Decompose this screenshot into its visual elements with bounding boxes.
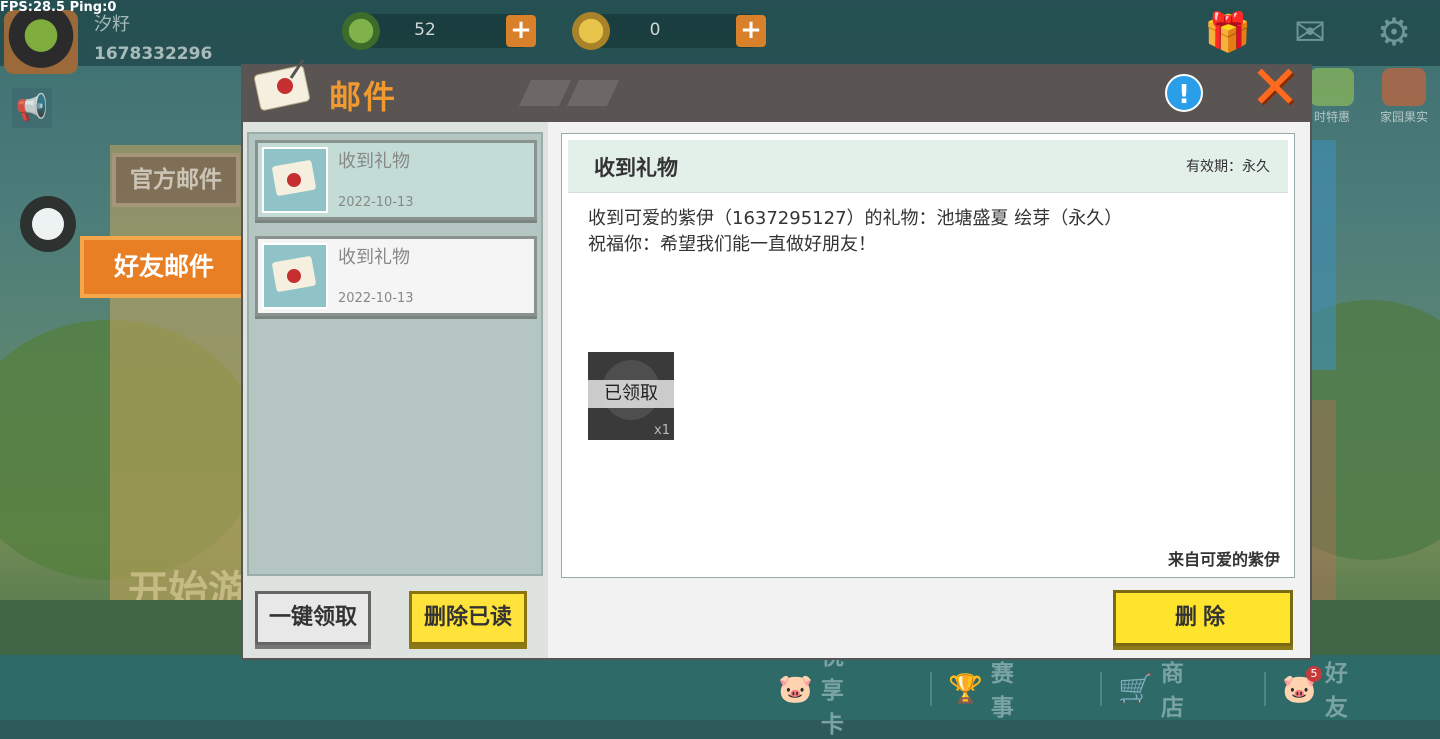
cart-icon: 🛒 xyxy=(1118,671,1153,705)
nav-events[interactable]: 🏆 赛事 xyxy=(948,660,1014,721)
close-button[interactable]: ✕ xyxy=(1247,58,1303,118)
envelope-icon xyxy=(262,147,328,213)
add-gem-button[interactable]: + xyxy=(506,15,536,47)
megaphone-icon[interactable]: 📢 xyxy=(12,88,52,128)
envelope-icon xyxy=(254,59,310,111)
info-button[interactable]: ! xyxy=(1165,74,1203,112)
claim-all-button[interactable]: 一键领取 xyxy=(255,591,371,645)
mail-item-subject: 收到礼物 xyxy=(338,151,410,172)
claimed-label: 已领取 xyxy=(588,380,674,408)
player-id: 1678332296 xyxy=(94,44,213,64)
avatar[interactable] xyxy=(4,10,78,74)
coin-amount: 0 xyxy=(649,20,661,40)
gem-currency: 52 + xyxy=(342,12,536,50)
promo-label: 时特惠 xyxy=(1313,110,1350,124)
promo-label: 家园果实 xyxy=(1379,110,1428,124)
mail-body-line: 祝福你：希望我们能一直做好朋友！ xyxy=(588,234,876,255)
background-panel xyxy=(110,145,250,625)
mail-detail-header: 收到礼物 有效期：永久 xyxy=(568,140,1288,193)
gem-amount: 52 xyxy=(414,20,436,40)
mail-list-item[interactable]: 收到礼物 2022-10-13 xyxy=(255,236,537,316)
mail-list: 收到礼物 2022-10-13 收到礼物 2022-10-13 xyxy=(247,132,543,576)
validity-text: 有效期：永久 xyxy=(1186,159,1270,175)
coin-currency: 0 + xyxy=(572,12,766,50)
gift-quantity: x1 xyxy=(654,423,670,438)
mail-detail-subject: 收到礼物 xyxy=(594,156,678,180)
gear-icon[interactable]: ⚙ xyxy=(1372,10,1416,54)
fruit-icon xyxy=(1382,68,1426,106)
player-name: 汐籽 xyxy=(94,14,130,35)
notification-badge: 5 xyxy=(1306,666,1322,682)
mail-icon[interactable]: ✉ xyxy=(1288,10,1332,54)
delete-read-button[interactable]: 删除已读 xyxy=(409,591,527,645)
promo-home-fruit[interactable]: 家园果实 xyxy=(1374,68,1434,125)
nav-divider xyxy=(930,672,932,706)
mail-item-subject: 收到礼物 xyxy=(338,247,410,268)
bottom-bar xyxy=(0,655,1440,720)
header-stripe xyxy=(566,80,620,106)
nav-shop[interactable]: 🛒 商店 xyxy=(1118,660,1184,721)
mail-sender: 来自可爱的紫伊 xyxy=(1167,550,1280,569)
add-coin-button[interactable]: + xyxy=(736,15,766,47)
pig-icon: 🐷 xyxy=(778,671,813,705)
mail-title: 邮件 xyxy=(329,78,398,116)
tab-friend-mail[interactable]: 好友邮件 xyxy=(80,236,248,298)
gift-icon[interactable]: 🎁 xyxy=(1204,10,1251,54)
tab-official-mail[interactable]: 官方邮件 xyxy=(112,153,240,207)
mail-body: 收到可爱的紫伊（1637295127）的礼物：池塘盛夏 绘芽（永久） 祝福你：希… xyxy=(588,206,1122,258)
mail-item-date: 2022-10-13 xyxy=(338,195,414,210)
nav-divider xyxy=(1264,672,1266,706)
mail-window: 邮件 ! ✕ 收到礼物 2022-10-13 收到礼物 2022-10-13 一… xyxy=(243,58,1310,658)
nav-pass-card[interactable]: 🐷 悦享卡 xyxy=(778,644,844,738)
promo-limited-sale[interactable]: 时特惠 xyxy=(1302,68,1362,125)
envelope-icon xyxy=(262,243,328,309)
mail-body-line: 收到可爱的紫伊（1637295127）的礼物：池塘盛夏 绘芽（永久） xyxy=(588,208,1123,229)
nav-label: 好友 xyxy=(1324,661,1348,721)
nav-divider xyxy=(1100,672,1102,706)
promo-icon xyxy=(1310,68,1354,106)
gift-item[interactable]: 已领取 x1 xyxy=(588,352,674,440)
header-stripe xyxy=(518,80,572,106)
nav-label: 商店 xyxy=(1160,661,1184,721)
nav-label: 赛事 xyxy=(990,661,1014,721)
trophy-icon: 🏆 xyxy=(948,671,983,705)
mail-detail: 收到礼物 有效期：永久 收到可爱的紫伊（1637295127）的礼物：池塘盛夏 … xyxy=(561,133,1295,578)
mail-item-date: 2022-10-13 xyxy=(338,291,414,306)
joystick[interactable] xyxy=(20,196,76,252)
mail-list-item[interactable]: 收到礼物 2022-10-13 xyxy=(255,140,537,220)
delete-button[interactable]: 删除 xyxy=(1113,590,1293,646)
mail-header: 邮件 ! ✕ xyxy=(243,58,1310,122)
